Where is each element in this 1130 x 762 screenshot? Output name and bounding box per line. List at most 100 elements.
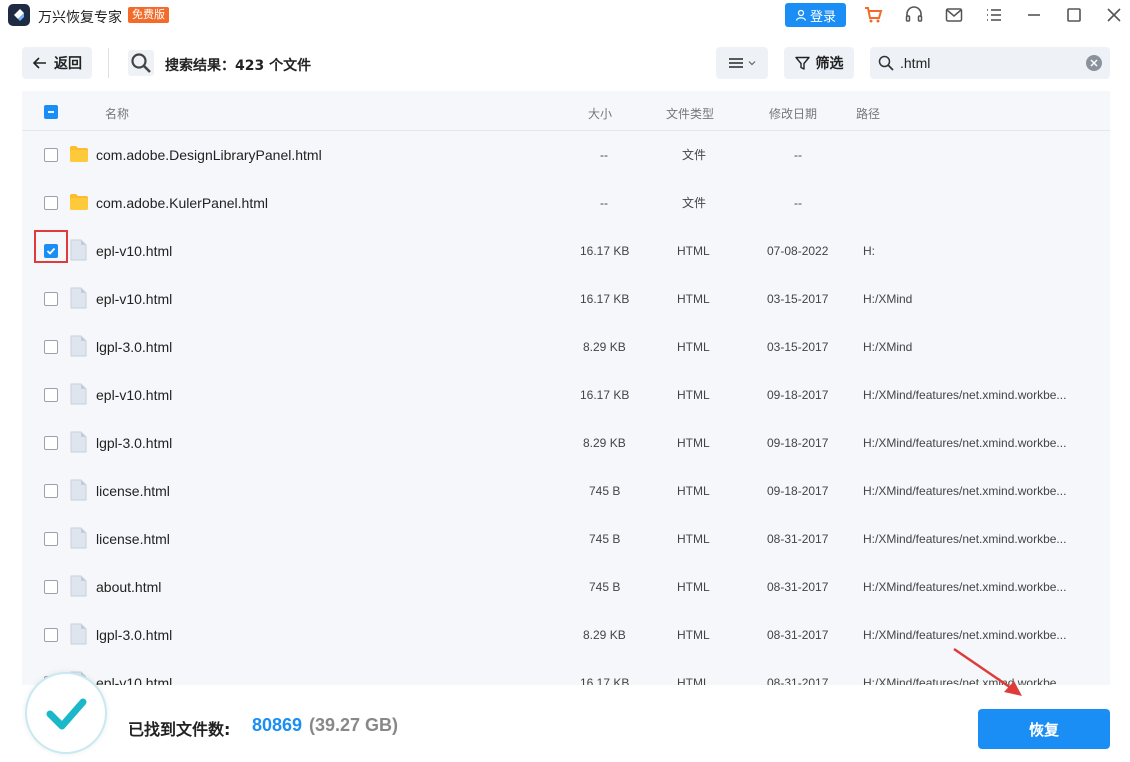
file-name: com.adobe.KulerPanel.html [96, 195, 268, 211]
filter-icon [794, 56, 810, 70]
file-path: H:/XMind/features/net.xmind.workbe... [863, 580, 1067, 594]
table-row[interactable]: epl-v10.html 16.17 KB HTML 03-15-2017 H:/XMi… [22, 275, 1110, 323]
header-name[interactable]: 名称 [105, 105, 129, 122]
row-checkbox[interactable] [44, 628, 58, 642]
toolbar-divider [108, 48, 109, 78]
header-type[interactable]: 文件类型 [666, 105, 714, 122]
file-path: H: [863, 244, 875, 258]
table-row[interactable]: lgpl-3.0.html 8.29 KB HTML 08-31-2017 H:/XMi… [22, 611, 1110, 659]
row-checkbox[interactable] [44, 532, 58, 546]
table-row[interactable]: license.html 745 B HTML 09-18-2017 H:/XMind/… [22, 467, 1110, 515]
file-type: HTML [677, 484, 710, 498]
table-row[interactable]: lgpl-3.0.html 8.29 KB HTML 09-18-2017 H:/XMi… [22, 419, 1110, 467]
file-type: HTML [677, 244, 710, 258]
folder-icon [69, 193, 88, 215]
mail-icon[interactable] [943, 4, 965, 26]
filter-button[interactable]: 筛选 [784, 47, 854, 79]
headset-icon[interactable] [903, 4, 925, 26]
header-path[interactable]: 路径 [856, 105, 880, 122]
file-type: HTML [677, 676, 710, 685]
login-button[interactable]: 登录 [785, 3, 846, 27]
folder-icon [69, 145, 88, 167]
user-icon [795, 9, 807, 21]
filter-label: 筛选 [815, 56, 844, 72]
file-date: -- [794, 148, 802, 162]
table-row[interactable]: com.adobe.DesignLibraryPanel.html -- 文件 -- [22, 131, 1110, 179]
clear-search-icon[interactable] [1086, 55, 1102, 71]
file-path: H:/XMind/features/net.xmind.workbe... [863, 532, 1067, 546]
maximize-icon[interactable] [1063, 4, 1085, 26]
file-type: HTML [677, 388, 710, 402]
table-row[interactable]: license.html 745 B HTML 08-31-2017 H:/XMind/… [22, 515, 1110, 563]
select-all-checkbox[interactable] [44, 105, 58, 119]
file-path: H:/XMind/features/net.xmind.workbe... [863, 388, 1067, 402]
row-checkbox[interactable] [44, 340, 58, 354]
file-type: HTML [677, 628, 710, 642]
file-size: 16.17 KB [580, 244, 630, 258]
row-checkbox[interactable] [44, 436, 58, 450]
table-row[interactable]: lgpl-3.0.html 8.29 KB HTML 03-15-2017 H:/XMi… [22, 323, 1110, 371]
back-label: 返回 [54, 56, 82, 72]
file-name: license.html [96, 483, 170, 499]
file-size: 745 B [589, 532, 621, 546]
found-files-label: 已找到文件数: [128, 720, 231, 739]
file-table: 名称 大小 文件类型 修改日期 路径 com.adobe.DesignLibra… [22, 91, 1110, 685]
file-date: 09-18-2017 [767, 388, 829, 402]
file-type: HTML [677, 436, 710, 450]
recover-button[interactable]: 恢复 [978, 709, 1110, 749]
file-date: 08-31-2017 [767, 628, 829, 642]
file-name: lgpl-3.0.html [96, 627, 173, 643]
cart-icon[interactable] [862, 4, 884, 26]
file-date: 09-18-2017 [767, 436, 829, 450]
row-checkbox[interactable] [44, 292, 58, 306]
minimize-icon[interactable] [1023, 4, 1045, 26]
row-checkbox[interactable] [44, 580, 58, 594]
search-box[interactable] [870, 47, 1110, 79]
file-size: -- [600, 148, 608, 162]
close-icon[interactable] [1103, 4, 1125, 26]
app-logo-icon [8, 4, 30, 26]
file-date: 08-31-2017 [767, 580, 829, 594]
row-checkbox[interactable] [44, 388, 58, 402]
row-checkbox[interactable] [44, 484, 58, 498]
row-checkbox[interactable] [44, 148, 58, 162]
file-icon [70, 575, 87, 597]
back-button[interactable]: 返回 [22, 47, 92, 79]
file-date: 07-08-2022 [767, 244, 829, 258]
file-type: 文件 [682, 196, 707, 210]
file-path: H:/XMind [863, 340, 913, 354]
menu-icon[interactable] [983, 4, 1005, 26]
file-size: -- [600, 196, 608, 210]
file-date: 08-31-2017 [767, 676, 829, 685]
table-row[interactable]: epl-v10.html 16.17 KB HTML 09-18-2017 H:/XMi… [22, 371, 1110, 419]
file-type: HTML [677, 292, 710, 306]
file-name: lgpl-3.0.html [96, 435, 173, 451]
file-icon [70, 623, 87, 645]
file-name: epl-v10.html [96, 291, 173, 307]
chevron-down-icon [748, 61, 756, 66]
table-row[interactable]: epl-v10.html 16.17 KB HTML 08-31-2017 H:/XMi… [22, 659, 1110, 685]
search-result-icon [128, 50, 154, 76]
table-row[interactable]: epl-v10.html 16.17 KB HTML 07-08-2022 H: [22, 227, 1110, 275]
file-icon [70, 431, 87, 453]
header-size[interactable]: 大小 [588, 105, 612, 122]
file-path: H:/XMind/features/net.xmind.workbe... [863, 436, 1067, 450]
header-date[interactable]: 修改日期 [769, 105, 817, 122]
found-files-count: 80869 [252, 715, 303, 735]
table-row[interactable]: about.html 745 B HTML 08-31-2017 H:/XMind/fe… [22, 563, 1110, 611]
file-name: lgpl-3.0.html [96, 339, 173, 355]
file-date: 08-31-2017 [767, 532, 829, 546]
file-size: 16.17 KB [580, 292, 630, 306]
found-files-size: (39.27 GB) [309, 715, 399, 735]
edition-badge: 免费版 [128, 7, 169, 23]
file-path: H:/XMind/features/net.xmind.workbe... [863, 484, 1067, 498]
file-size: 8.29 KB [583, 628, 626, 642]
file-size: 8.29 KB [583, 436, 626, 450]
file-name: epl-v10.html [96, 243, 173, 259]
table-row[interactable]: com.adobe.KulerPanel.html -- 文件 -- [22, 179, 1110, 227]
file-type: HTML [677, 532, 710, 546]
search-input[interactable] [900, 53, 1080, 73]
view-mode-button[interactable] [716, 47, 768, 79]
search-result-count: 搜索结果：423 个文件 [165, 58, 312, 74]
row-checkbox[interactable] [44, 196, 58, 210]
